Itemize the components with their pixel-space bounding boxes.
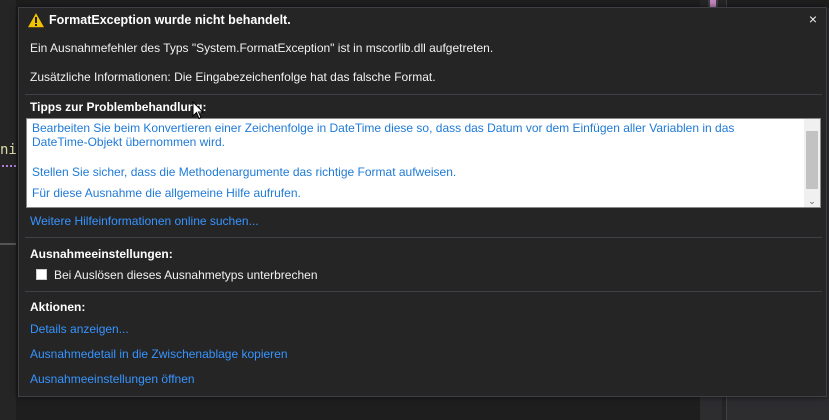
popup-title: FormatException wurde nicht behandelt. xyxy=(49,13,291,27)
tips-list: Bearbeiten Sie beim Konvertieren einer Z… xyxy=(26,118,821,208)
divider xyxy=(25,237,822,238)
exception-helper-popup: FormatException wurde nicht behandelt. ×… xyxy=(18,7,827,397)
exception-settings-heading: Ausnahmeeinstellungen: xyxy=(30,247,173,261)
editor-line-marker xyxy=(0,243,16,245)
popup-header: FormatException wurde nicht behandelt. × xyxy=(19,8,826,32)
break-on-exception-checkbox[interactable] xyxy=(36,269,47,280)
code-fragment: ni xyxy=(0,142,17,158)
exception-message: Ein Ausnahmefehler des Typs "System.Form… xyxy=(30,41,494,55)
actions-heading: Aktionen: xyxy=(30,300,86,314)
copy-details-link[interactable]: Ausnahmedetail in die Zwischenablage kop… xyxy=(30,347,288,361)
tip-link[interactable]: Stellen Sie sicher, dass die Methodenarg… xyxy=(32,165,792,179)
warning-triangle-icon xyxy=(27,12,45,28)
tip-link[interactable]: Bearbeiten Sie beim Konvertieren einer Z… xyxy=(32,121,792,149)
error-squiggle xyxy=(2,162,16,167)
divider xyxy=(25,94,822,95)
tip-link[interactable]: Für diese Ausnahme die allgemeine Hilfe … xyxy=(32,186,792,200)
scroll-thumb[interactable] xyxy=(806,131,818,189)
view-details-link[interactable]: Details anzeigen... xyxy=(30,322,129,336)
open-exception-settings-link[interactable]: Ausnahmeeinstellungen öffnen xyxy=(30,372,195,386)
tips-heading: Tipps zur Problembehandlung: xyxy=(30,100,207,114)
online-help-link[interactable]: Weitere Hilfeinformationen online suchen… xyxy=(30,214,259,228)
close-icon[interactable]: × xyxy=(806,11,820,27)
editor-corner xyxy=(700,395,722,420)
tips-scrollbar[interactable]: ⌄ xyxy=(804,119,820,207)
chevron-down-icon[interactable]: ⌄ xyxy=(804,195,820,207)
editor-gutter xyxy=(0,0,16,420)
additional-info: Zusätzliche Informationen: Die Eingabeze… xyxy=(30,70,436,84)
divider xyxy=(25,291,822,292)
scroll-up-icon[interactable] xyxy=(804,119,820,131)
break-on-exception-label[interactable]: Bei Auslösen dieses Ausnahmetyps unterbr… xyxy=(54,268,318,282)
mouse-cursor-icon xyxy=(192,101,205,120)
